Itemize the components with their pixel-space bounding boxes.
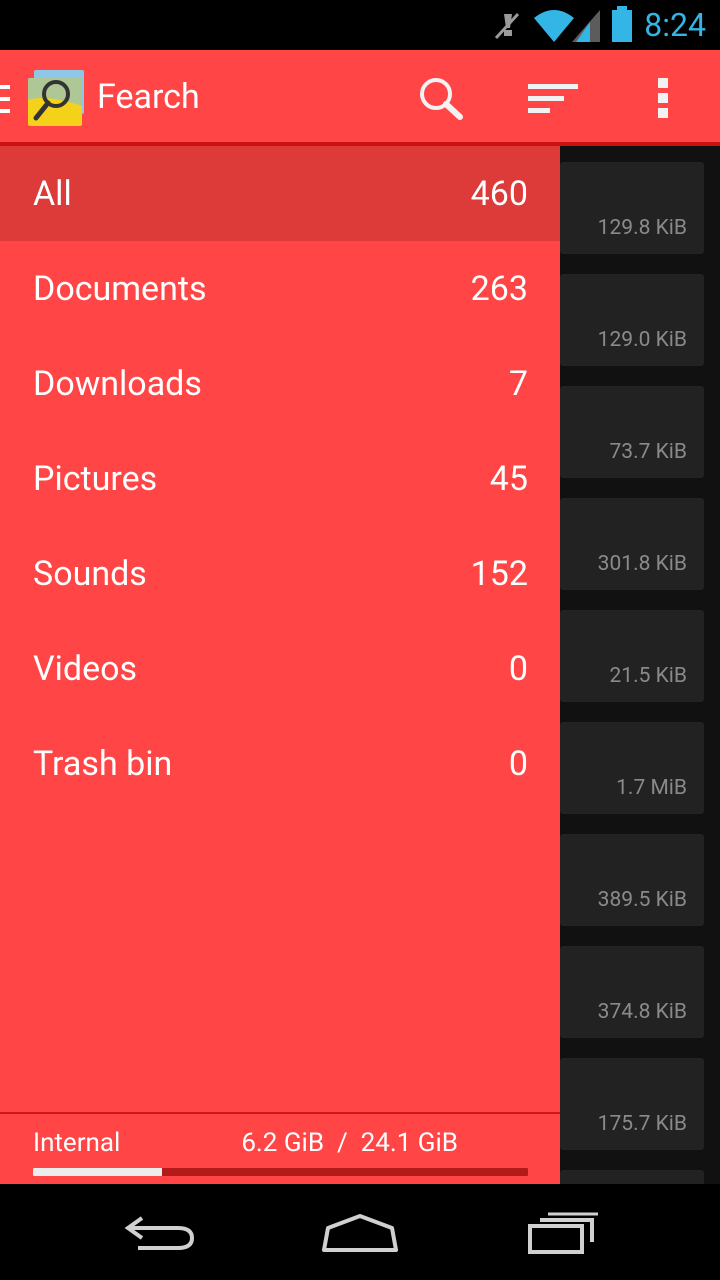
storage-usage: 6.2 GiB / 24.1 GiB	[241, 1128, 458, 1158]
drawer-item-count: 0	[508, 744, 528, 784]
file-card[interactable]: 175.7 KiB	[560, 1058, 704, 1150]
muted-icon	[494, 12, 520, 40]
drawer-item-sounds[interactable]: Sounds 152	[0, 526, 560, 621]
drawer-item-count: 152	[470, 554, 528, 594]
status-bar: 8:24	[0, 0, 720, 50]
battery-icon	[612, 6, 632, 42]
file-card[interactable]: 129.8 KiB	[560, 162, 704, 254]
system-nav-bar	[0, 1184, 720, 1280]
drawer-item-trash-bin[interactable]: Trash bin 0	[0, 716, 560, 811]
drawer-item-downloads[interactable]: Downloads 7	[0, 336, 560, 431]
storage-used: 6.2 GiB	[241, 1128, 325, 1158]
back-icon[interactable]	[120, 1210, 200, 1256]
file-size: 129.0 KiB	[597, 328, 687, 352]
drawer-item-label: Downloads	[33, 364, 202, 404]
file-card[interactable]: 301.8 KiB	[560, 498, 704, 590]
drawer-item-documents[interactable]: Documents 263	[0, 241, 560, 336]
signal-icon	[572, 10, 600, 42]
storage-divider	[0, 1112, 560, 1114]
storage-progress-bar	[33, 1168, 528, 1176]
home-icon[interactable]	[320, 1210, 400, 1256]
file-size: 175.7 KiB	[597, 1112, 687, 1136]
storage-total: 24.1 GiB	[360, 1128, 458, 1158]
drawer-item-label: Sounds	[33, 554, 147, 594]
file-card[interactable]: 73.7 KiB	[560, 386, 704, 478]
drawer-item-count: 45	[489, 459, 528, 499]
drawer-item-count: 0	[508, 649, 528, 689]
drawer-item-label: Trash bin	[33, 744, 173, 784]
file-size: 21.5 KiB	[609, 664, 687, 688]
overflow-menu-icon[interactable]	[636, 72, 692, 124]
storage-separator: /	[336, 1128, 348, 1158]
action-bar: Fearch	[0, 50, 720, 146]
drawer-item-videos[interactable]: Videos 0	[0, 621, 560, 716]
drawer-item-label: Pictures	[33, 459, 158, 499]
file-size: 73.7 KiB	[609, 440, 687, 464]
status-clock: 8:24	[644, 6, 706, 44]
drawer-item-label: Videos	[33, 649, 138, 689]
file-size: 1.7 MiB	[616, 776, 687, 800]
drawer-item-count: 460	[470, 174, 528, 214]
drawer-item-all[interactable]: All 460	[0, 146, 560, 241]
file-card[interactable]: 1.7 MiB	[560, 722, 704, 814]
storage-label: Internal	[33, 1128, 121, 1158]
wifi-icon	[534, 10, 574, 42]
file-size: 301.8 KiB	[597, 552, 687, 576]
recents-icon[interactable]	[522, 1210, 602, 1256]
drawer-item-count: 263	[470, 269, 528, 309]
file-card[interactable]: 389.5 KiB	[560, 834, 704, 926]
file-card[interactable]: 374.8 KiB	[560, 946, 704, 1038]
drawer-item-label: Documents	[33, 269, 207, 309]
file-size: 389.5 KiB	[597, 888, 687, 912]
file-card[interactable]: 129.0 KiB	[560, 274, 704, 366]
drawer-item-label: All	[33, 174, 72, 214]
file-size: 374.8 KiB	[597, 1000, 687, 1024]
sort-icon[interactable]	[524, 72, 580, 124]
app-logo-icon[interactable]	[28, 70, 86, 126]
file-card[interactable]: 21.5 KiB	[560, 610, 704, 702]
drawer-indicator-icon[interactable]	[0, 85, 10, 113]
drawer-item-count: 7	[508, 364, 528, 404]
drawer-item-pictures[interactable]: Pictures 45	[0, 431, 560, 526]
storage-progress-fill	[33, 1168, 162, 1176]
app-title: Fearch	[97, 77, 200, 117]
search-icon[interactable]	[412, 72, 468, 124]
file-size: 129.8 KiB	[597, 216, 687, 240]
navigation-drawer: All 460 Documents 263 Downloads 7 Pictur…	[0, 146, 560, 1184]
